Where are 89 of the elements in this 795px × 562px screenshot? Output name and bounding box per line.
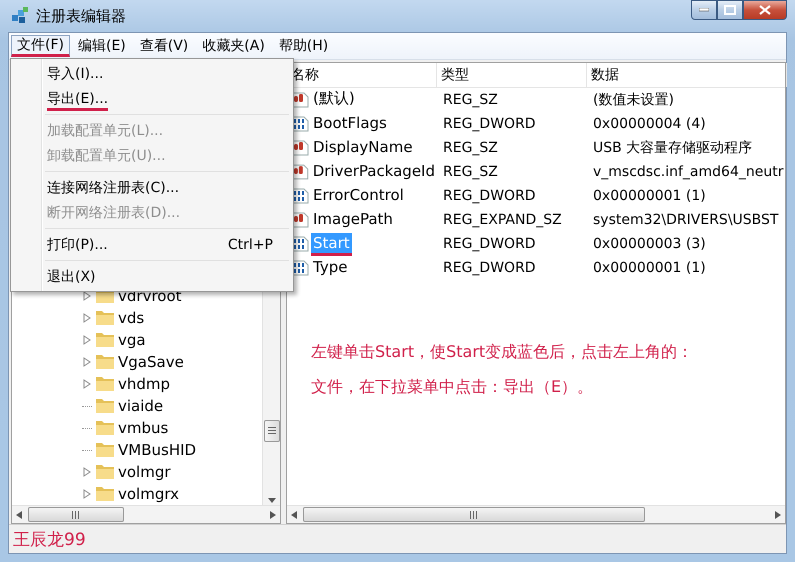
menu-item-label: 导出(E)... xyxy=(47,86,108,110)
tree-item[interactable]: vga xyxy=(118,331,146,349)
value-name[interactable]: (默认) xyxy=(311,88,357,112)
horizontal-scrollbar[interactable] xyxy=(287,505,785,523)
tree-item[interactable]: VMBusHID xyxy=(118,441,196,459)
expand-arrow-icon[interactable] xyxy=(82,335,92,345)
scroll-left-arrow-icon[interactable] xyxy=(16,510,22,518)
value-name[interactable]: DriverPackageId xyxy=(310,160,437,184)
grip-icon xyxy=(470,510,478,518)
close-icon xyxy=(759,5,771,15)
expand-arrow-icon[interactable] xyxy=(82,379,92,389)
folder-icon xyxy=(96,487,114,501)
menu-item[interactable]: 退出(X) xyxy=(13,264,291,289)
expand-arrow-icon[interactable] xyxy=(82,357,92,367)
menu-item[interactable]: 打印(P)... Ctrl+P xyxy=(13,232,291,257)
shortcut-text: Ctrl+P xyxy=(228,236,273,252)
folder-icon xyxy=(96,333,114,347)
menu-item[interactable]: 连接网络注册表(C)... xyxy=(13,175,291,200)
table-cell-text: REG_DWORD xyxy=(442,260,537,276)
menu-item[interactable]: 导出(E)... xyxy=(13,86,291,111)
folder-icon xyxy=(96,465,114,479)
maximize-icon xyxy=(724,5,736,15)
menu-item-label: 卸载配置单元(U)... xyxy=(47,146,166,166)
minimize-icon xyxy=(699,8,709,12)
table-cell-text: system32\DRIVERS\USBST xyxy=(592,212,780,228)
horizontal-scrollbar[interactable] xyxy=(12,505,280,523)
tree-item[interactable]: vmbus xyxy=(118,419,168,437)
annotation-text: 左键单击Start，使Start变成蓝色后，点击左上角的： xyxy=(311,342,694,363)
table-cell-text: (数值未设置) xyxy=(592,91,675,109)
tree-item[interactable]: VgaSave xyxy=(118,353,184,371)
expand-arrow-icon[interactable] xyxy=(82,313,92,323)
menu-item-label: 断开网络注册表(D)... xyxy=(47,204,180,222)
minimize-button[interactable] xyxy=(691,0,717,20)
table-cell-text: REG_SZ xyxy=(442,164,499,180)
expand-arrow-icon[interactable] xyxy=(82,467,92,477)
column-header[interactable]: 数据 xyxy=(587,63,787,87)
tree-item[interactable]: volmgrx xyxy=(118,485,179,503)
grip-icon xyxy=(268,427,276,435)
menu-item-label: 加载配置单元(L)... xyxy=(47,122,164,140)
menu-item-label: 连接网络注册表(C)... xyxy=(47,178,180,198)
table-cell-text: v_mscdsc.inf_amd64_neutr xyxy=(592,164,784,180)
table-cell-text: REG_DWORD xyxy=(442,236,537,252)
menu-tab[interactable]: 收藏夹(A) xyxy=(196,35,271,57)
folder-icon xyxy=(96,443,114,457)
tree-item[interactable]: volmgr xyxy=(118,463,171,481)
value-name[interactable]: ErrorControl xyxy=(311,184,406,208)
scroll-down-arrow-icon[interactable] xyxy=(268,498,276,503)
maximize-button[interactable] xyxy=(717,0,743,20)
tree-item[interactable]: viaide xyxy=(118,397,164,415)
table-cell-text: REG_DWORD xyxy=(442,116,537,132)
table-cell-text: USB 大容量存储驱动程序 xyxy=(592,139,754,157)
menu-item-label: 打印(P)... xyxy=(47,236,108,254)
status-text: 王辰龙99 xyxy=(13,528,86,550)
table-cell-text: REG_SZ xyxy=(442,92,499,108)
menu-tab[interactable]: 编辑(E) xyxy=(72,35,132,57)
annotation-text: 文件，在下拉菜单中点击：导出（E）。 xyxy=(311,377,594,398)
value-name[interactable]: ImagePath xyxy=(311,208,395,232)
folder-icon xyxy=(96,377,114,391)
folder-icon xyxy=(96,421,114,435)
folder-icon xyxy=(96,355,114,369)
scroll-left-arrow-icon[interactable] xyxy=(291,510,297,518)
menu-item-label: 导入(I)... xyxy=(47,64,104,84)
expand-arrow-icon[interactable] xyxy=(82,489,92,499)
tree-item[interactable]: vds xyxy=(118,309,144,327)
registry-cubes-icon xyxy=(10,6,30,26)
menu-tab[interactable]: 查看(V) xyxy=(134,35,194,57)
menu-tab[interactable]: 文件(F) xyxy=(11,35,70,57)
folder-icon xyxy=(96,399,114,413)
close-button[interactable] xyxy=(743,0,787,20)
grip-icon xyxy=(72,510,80,518)
tree-item[interactable]: vhdmp xyxy=(118,375,170,393)
table-cell-text: REG_DWORD xyxy=(442,188,537,204)
menu-tab[interactable]: 帮助(H) xyxy=(272,35,334,57)
table-cell-text: 0x00000003 (3) xyxy=(592,236,707,252)
scroll-right-arrow-icon[interactable] xyxy=(775,510,781,518)
scroll-right-arrow-icon[interactable] xyxy=(270,510,276,518)
table-cell-text: 0x00000004 (4) xyxy=(592,116,707,132)
value-name[interactable]: DisplayName xyxy=(311,136,415,160)
table-cell-text: REG_SZ xyxy=(442,140,499,156)
table-cell-text: REG_EXPAND_SZ xyxy=(442,212,563,228)
value-name[interactable]: Type xyxy=(311,256,350,280)
column-header[interactable]: 类型 xyxy=(437,63,587,87)
window-title: 注册表编辑器 xyxy=(36,6,126,26)
menu-item-label: 退出(X) xyxy=(47,268,96,286)
table-cell-text: 0x00000001 (1) xyxy=(592,260,707,276)
table-cell-text: 0x00000001 (1) xyxy=(592,188,707,204)
value-name[interactable]: BootFlags xyxy=(311,112,389,136)
folder-icon xyxy=(96,311,114,325)
expand-arrow-icon[interactable] xyxy=(82,291,92,301)
